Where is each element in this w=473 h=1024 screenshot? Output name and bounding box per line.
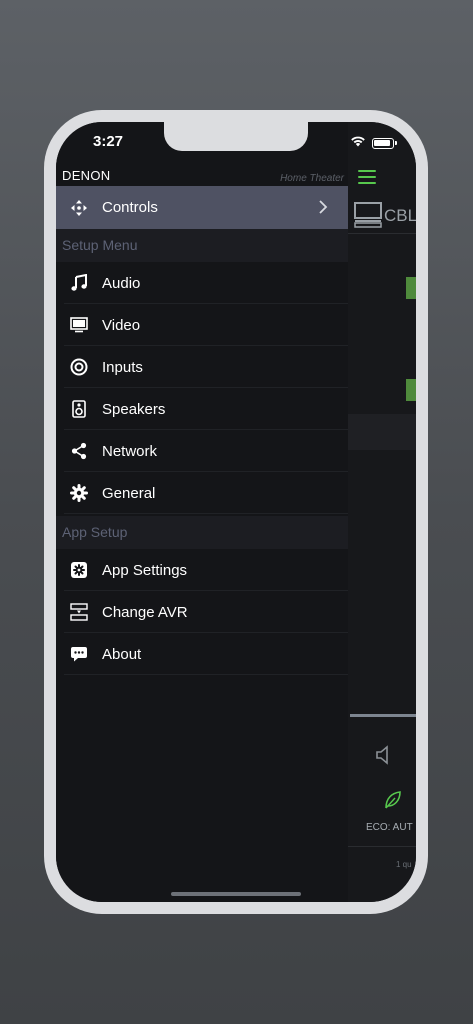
- menu-item-controls[interactable]: Controls: [56, 186, 348, 229]
- background-band: [348, 414, 416, 450]
- menu-item-app-settings[interactable]: App Settings: [56, 549, 348, 591]
- home-indicator[interactable]: [171, 892, 301, 896]
- menu-item-about[interactable]: About: [56, 633, 348, 675]
- side-drawer: DENON Home Theater Controls Setup Menu A…: [56, 122, 348, 902]
- menu-item-label: Speakers: [102, 400, 166, 418]
- menu-item-label: Controls: [102, 199, 158, 216]
- phone-screen: 3:27 CBL ECO: AUT 1 qu DENON Home Theate…: [56, 122, 416, 902]
- eco-mode-label: ECO: AUT: [366, 822, 413, 833]
- chat-bubble-icon: [56, 645, 102, 663]
- menu-item-label: App Settings: [102, 561, 188, 579]
- menu-item-label: About: [102, 645, 142, 663]
- volume-slider[interactable]: [350, 714, 416, 717]
- menu-item-change-avr[interactable]: Change AVR: [56, 591, 348, 633]
- chevron-right-icon: [318, 200, 328, 219]
- source-label: CBL: [384, 206, 416, 225]
- tv-icon: [354, 202, 382, 233]
- menu-item-label: Inputs: [102, 358, 143, 376]
- leaf-icon: [384, 790, 402, 815]
- status-time: 3:27: [92, 133, 124, 150]
- notch: [164, 122, 308, 151]
- app-settings-icon: [56, 561, 102, 579]
- menu-item-audio[interactable]: Audio: [56, 262, 348, 304]
- menu-item-network[interactable]: Network: [56, 430, 348, 472]
- section-setup-menu: Setup Menu: [56, 229, 348, 262]
- hamburger-menu-icon[interactable]: [358, 170, 376, 184]
- small-text: 1 qu: [396, 860, 412, 869]
- menu-item-label: General: [102, 484, 156, 502]
- music-note-icon: [56, 274, 102, 292]
- menu-item-general[interactable]: General: [56, 472, 348, 514]
- menu-item-speakers[interactable]: Speakers: [56, 388, 348, 430]
- menu-item-label: Change AVR: [102, 603, 188, 621]
- wifi-icon: [350, 134, 366, 152]
- divider: [348, 846, 416, 847]
- move-arrows-icon: [56, 199, 102, 217]
- monitor-icon: [56, 317, 102, 333]
- brand-subtitle: Home Theater: [280, 173, 344, 184]
- menu-item-label: Audio: [102, 274, 141, 292]
- background-app: CBL ECO: AUT 1 qu: [348, 122, 416, 902]
- gear-icon: [56, 484, 102, 502]
- status-icons: [350, 134, 397, 152]
- input-circle-icon: [56, 358, 102, 376]
- share-network-icon: [56, 442, 102, 460]
- section-app-setup: App Setup: [56, 516, 348, 549]
- green-indicator: [406, 277, 416, 299]
- menu-item-inputs[interactable]: Inputs: [56, 346, 348, 388]
- battery-icon: [372, 137, 397, 149]
- speaker-volume-icon[interactable]: [374, 744, 396, 771]
- menu-item-label: Video: [102, 316, 141, 334]
- brand-logo: DENON: [62, 168, 111, 183]
- menu-item-label: Network: [102, 442, 158, 460]
- speaker-icon: [56, 400, 102, 418]
- change-avr-icon: [56, 603, 102, 621]
- green-indicator: [406, 379, 416, 401]
- menu-item-video[interactable]: Video: [56, 304, 348, 346]
